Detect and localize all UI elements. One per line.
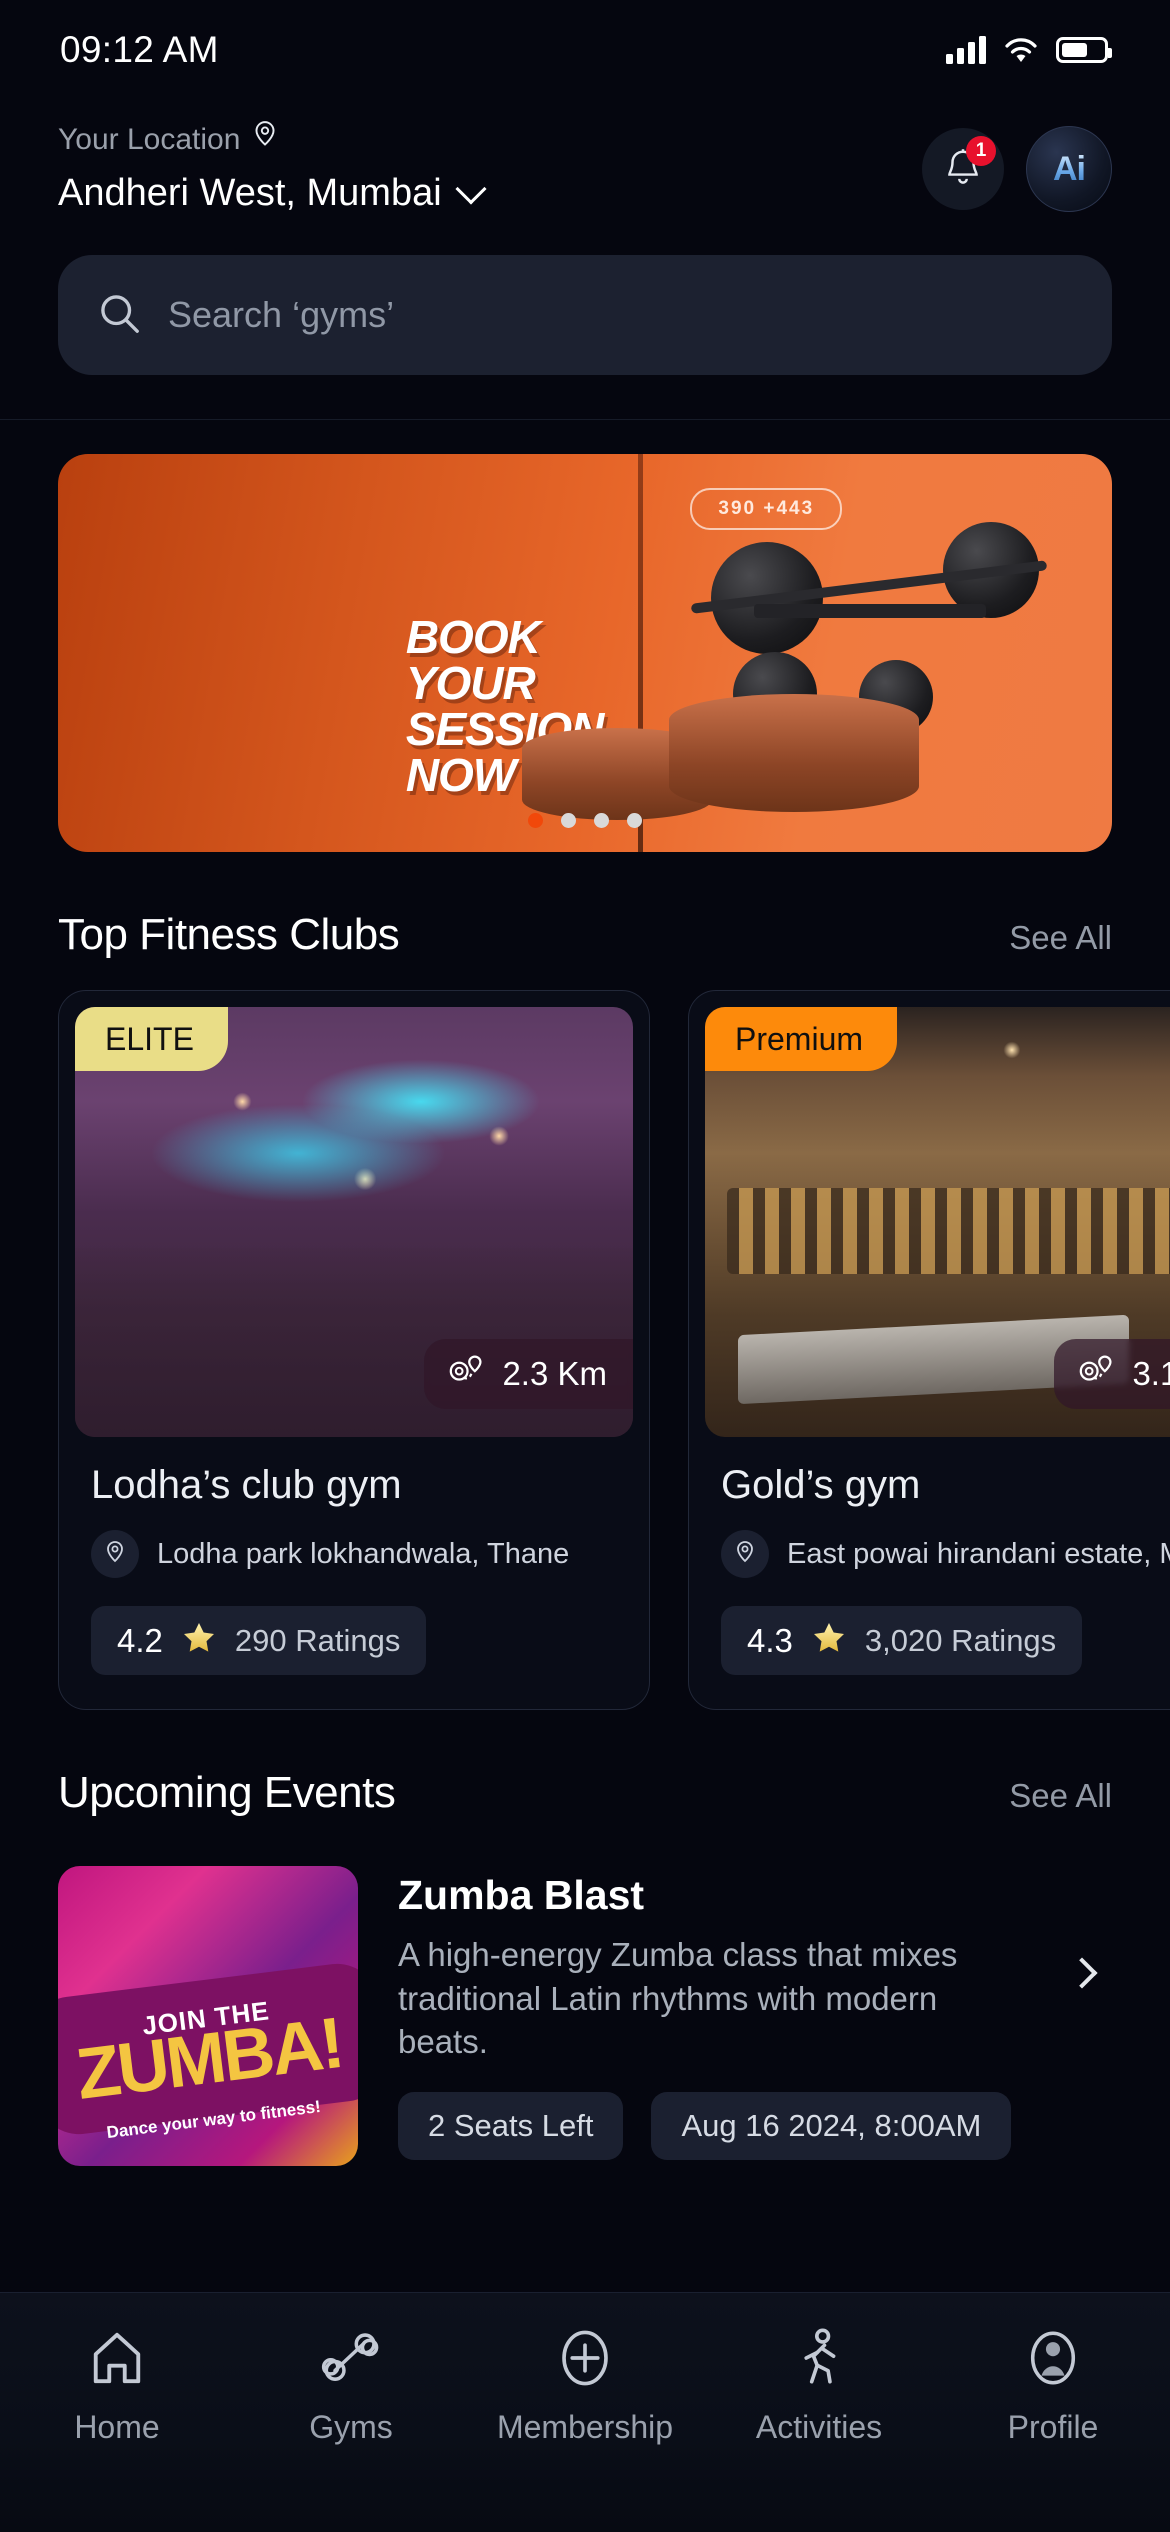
gym-rating-pill: 4.3 3,020 Ratings — [721, 1606, 1083, 1675]
section-title: Top Fitness Clubs — [58, 910, 400, 959]
running-person-icon — [794, 2327, 844, 2389]
see-all-upcoming-events[interactable]: See All — [1009, 1777, 1112, 1815]
location-label-text: Your Location — [58, 123, 241, 156]
carousel-dot-4[interactable] — [627, 813, 642, 828]
gym-card[interactable]: Premium 3.1 Km Gold’s gym — [688, 990, 1170, 1710]
route-distance-icon — [1078, 1353, 1116, 1395]
nav-label-home: Home — [74, 2409, 160, 2445]
nav-label-profile: Profile — [1007, 2409, 1099, 2445]
section-title: Upcoming Events — [58, 1768, 396, 1817]
gym-name: Gold’s gym — [721, 1463, 921, 1507]
gym-distance-pill: 3.1 Km — [1054, 1339, 1170, 1409]
location-label-row: Your Location — [58, 120, 482, 160]
gym-distance-text: 2.3 Km — [502, 1355, 607, 1392]
gym-info: Gold’s gym East powai hirandani estate, … — [689, 1437, 1170, 1709]
location-selector[interactable]: Andheri West, Mumbai — [58, 172, 487, 215]
battery-icon — [1056, 37, 1112, 63]
nav-item-membership[interactable]: Membership — [468, 2327, 702, 2446]
status-indicators — [946, 36, 1112, 64]
nav-label-membership: Membership — [496, 2409, 674, 2445]
nav-label-gyms: Gyms — [309, 2409, 393, 2445]
banner-tag: 390 +443 — [690, 488, 843, 530]
gym-tier-badge: Premium — [705, 1007, 898, 1071]
event-description: A high-energy Zumba class that mixes tra… — [398, 1936, 958, 2061]
nav-item-activities[interactable]: Activities — [702, 2327, 936, 2446]
gym-ratings-count: 290 Ratings — [234, 1622, 401, 1658]
event-thumbnail: JOIN THE ZUMBA! Dance your way to fitnes… — [58, 1866, 358, 2166]
event-title: Zumba Blast — [398, 1872, 645, 1918]
plus-circle-icon — [557, 2327, 613, 2389]
search-icon — [98, 292, 140, 339]
notification-badge: 1 — [966, 136, 996, 166]
search-bar[interactable]: Search ‘gyms’ — [58, 255, 1112, 375]
upcoming-events-header: Upcoming Events See All — [0, 1710, 1170, 1848]
dumbbell-icon — [321, 2327, 381, 2389]
status-bar: 09:12 AM — [0, 0, 1170, 100]
gym-distance-text: 3.1 Km — [1132, 1355, 1170, 1392]
gym-card[interactable]: ELITE 2.3 Km Lodha’s club gym Lodha park… — [58, 990, 650, 1710]
nav-item-home[interactable]: Home — [0, 2327, 234, 2446]
gym-name: Lodha’s club gym — [91, 1463, 402, 1507]
gym-photo: ELITE 2.3 Km — [75, 1007, 633, 1437]
carousel-dot-1[interactable] — [528, 813, 543, 828]
status-time: 09:12 AM — [60, 29, 219, 70]
gym-address-row: Lodha park lokhandwala, Thane — [91, 1530, 617, 1578]
location-value-text: Andheri West, Mumbai — [58, 172, 442, 214]
promo-carousel[interactable]: 390 +443 BOOK YOUR SESSION NOW — [0, 420, 1170, 852]
gym-photo: Premium 3.1 Km — [705, 1007, 1170, 1437]
gym-distance-pill: 2.3 Km — [424, 1339, 633, 1409]
gym-rating-value: 4.2 — [117, 1621, 163, 1659]
star-icon — [181, 1620, 217, 1661]
chevron-down-icon[interactable] — [455, 172, 487, 205]
event-info: Zumba Blast A high-energy Zumba class th… — [398, 1866, 1012, 2160]
search-input[interactable]: Search ‘gyms’ — [168, 294, 394, 336]
event-open-button[interactable] — [1052, 1866, 1112, 1989]
cellular-signal-icon — [946, 36, 986, 64]
location-block[interactable]: Your Location Andheri West, Mumbai — [58, 120, 487, 215]
top-fitness-clubs-header: Top Fitness Clubs See All — [0, 852, 1170, 990]
ai-assistant-icon: Ai — [1053, 149, 1086, 188]
gym-ratings-count: 3,020 Ratings — [864, 1622, 1057, 1658]
carousel-dots[interactable] — [58, 813, 1112, 828]
wifi-icon — [1004, 37, 1038, 63]
chevron-right-icon[interactable] — [1066, 1957, 1098, 1989]
gym-address-text: East powai hirandani estate, Mumbai — [787, 1537, 1170, 1570]
event-card[interactable]: JOIN THE ZUMBA! Dance your way to fitnes… — [0, 1848, 1170, 2166]
gym-cards-list[interactable]: ELITE 2.3 Km Lodha’s club gym Lodha park… — [0, 990, 1170, 1710]
gym-address-text: Lodha park lokhandwala, Thane — [157, 1537, 570, 1570]
promo-banner-slide[interactable]: 390 +443 BOOK YOUR SESSION NOW — [58, 454, 1112, 852]
event-seats-tag: 2 Seats Left — [398, 2091, 624, 2160]
home-icon — [88, 2327, 146, 2389]
location-pin-icon — [252, 120, 278, 160]
location-pin-icon — [91, 1530, 139, 1578]
banner-headline-line-2: YOUR — [405, 657, 536, 709]
star-icon — [811, 1620, 847, 1661]
bottom-navigation: Home Gyms Membership Activities Profile — [0, 2292, 1170, 2532]
gym-tier-badge: ELITE — [75, 1007, 228, 1071]
user-icon — [1026, 2327, 1080, 2389]
carousel-dot-3[interactable] — [594, 813, 609, 828]
notification-button[interactable]: 1 — [922, 128, 1004, 210]
nav-item-profile[interactable]: Profile — [936, 2327, 1170, 2446]
event-tags: 2 Seats Left Aug 16 2024, 8:00AM — [398, 2091, 1012, 2160]
header-actions: 1 Ai — [922, 126, 1112, 212]
banner-headline-line-1: BOOK — [405, 611, 541, 663]
event-date-tag: Aug 16 2024, 8:00AM — [651, 2091, 1012, 2160]
display-podium — [669, 694, 920, 812]
bench-frame — [753, 604, 986, 618]
gym-address-row: East powai hirandani estate, Mumbai — [721, 1530, 1170, 1578]
nav-label-activities: Activities — [755, 2409, 883, 2445]
route-distance-icon — [448, 1353, 486, 1395]
gym-rating-pill: 4.2 290 Ratings — [91, 1606, 427, 1675]
search-section: Search ‘gyms’ — [0, 215, 1170, 419]
carousel-dot-2[interactable] — [561, 813, 576, 828]
gym-rating-value: 4.3 — [747, 1621, 793, 1659]
nav-item-gyms[interactable]: Gyms — [234, 2327, 468, 2446]
see-all-top-fitness-clubs[interactable]: See All — [1009, 919, 1112, 957]
gym-info: Lodha’s club gym Lodha park lokhandwala,… — [59, 1437, 649, 1709]
ai-assistant-button[interactable]: Ai — [1026, 126, 1112, 212]
app-header: Your Location Andheri West, Mumbai 1 Ai — [0, 100, 1170, 215]
location-pin-icon — [721, 1530, 769, 1578]
